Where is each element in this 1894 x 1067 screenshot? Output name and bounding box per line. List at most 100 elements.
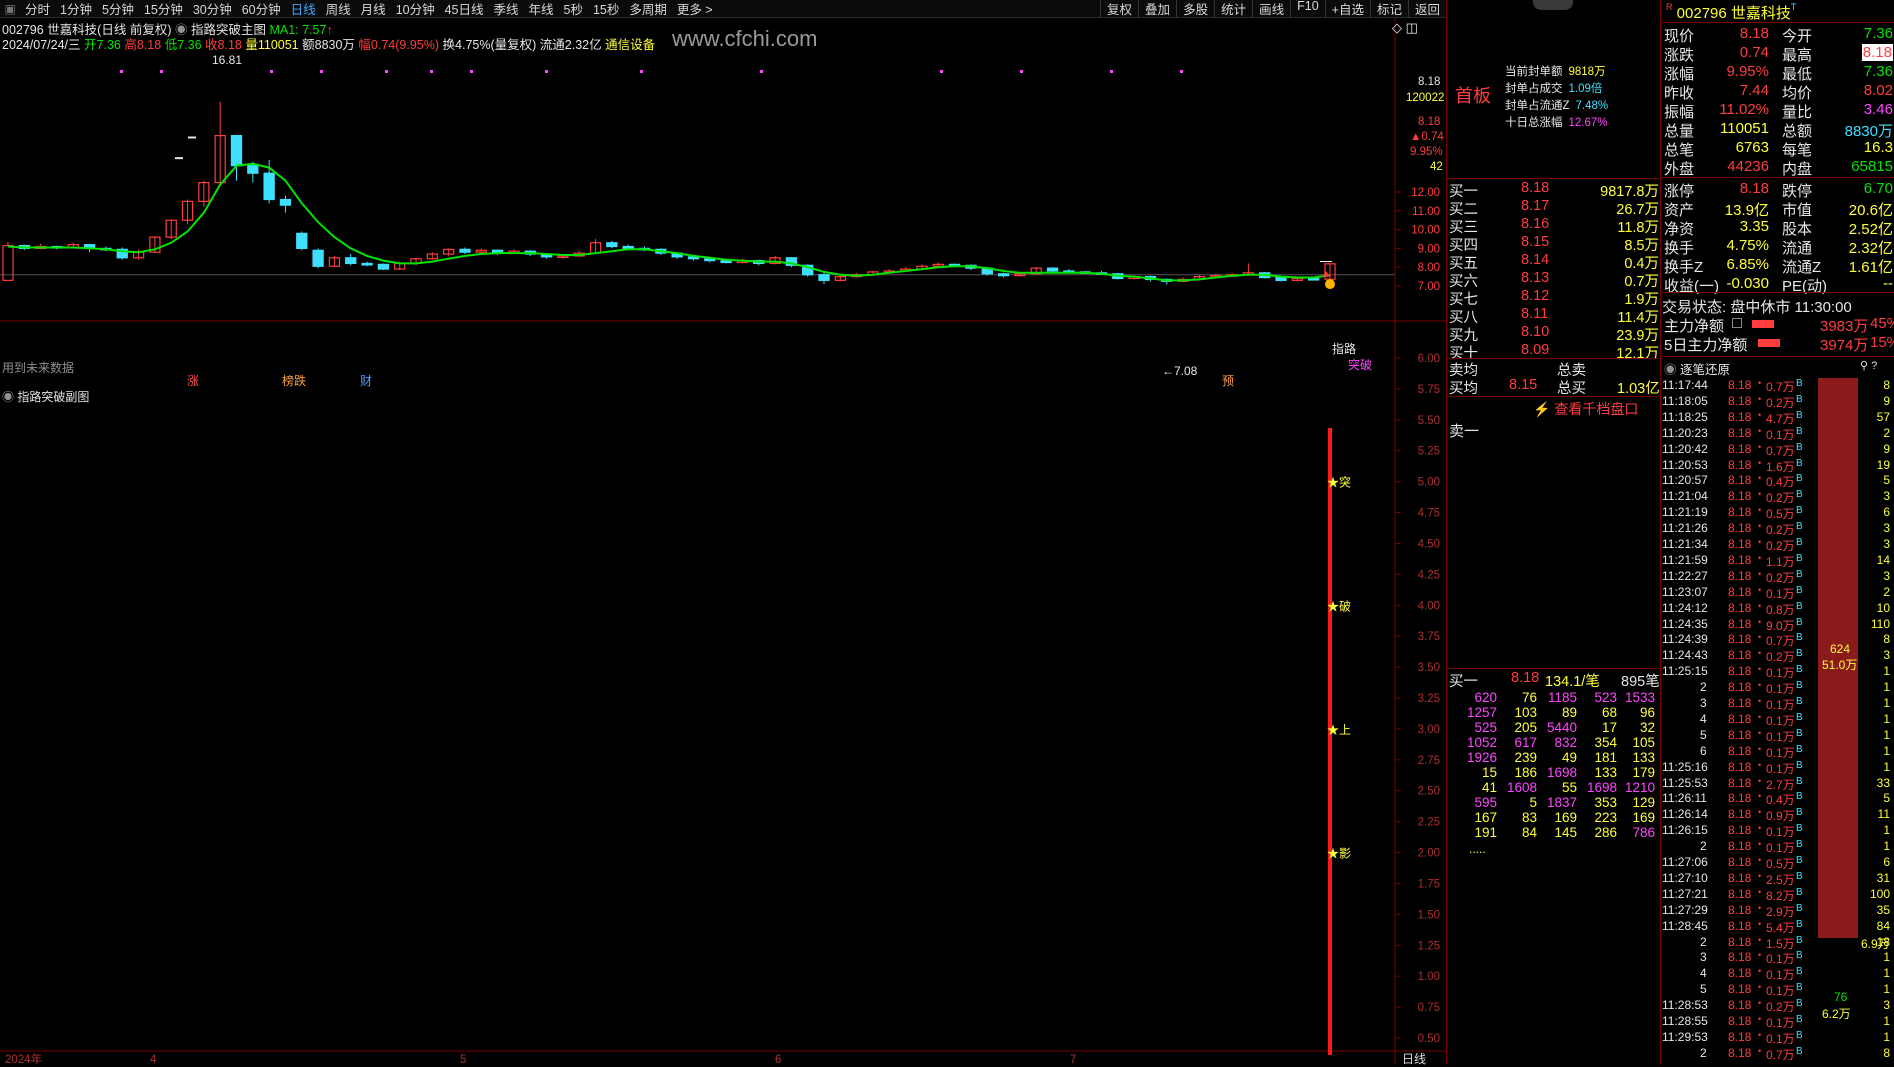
window-menu-icon[interactable]: ▣: [0, 2, 20, 16]
sub-axis-label: 2.75: [1418, 755, 1440, 767]
toolbar-button[interactable]: +自选: [1324, 0, 1370, 18]
candle-body: [377, 263, 390, 270]
quote-row: 昨收 7.44 均价 8.02: [1664, 82, 1893, 102]
bid-level-row[interactable]: 买六 8.13 0.7万: [1449, 270, 1661, 290]
period-tab[interactable]: 30分钟: [188, 0, 237, 18]
queue-row: 1257 103 89 68 96: [1466, 705, 1655, 720]
signal-arrow-icon: [1322, 270, 1330, 277]
period-tab[interactable]: 5分钟: [97, 0, 139, 18]
toolbar-button[interactable]: 画线: [1252, 0, 1290, 18]
tick-bar-amount: 51.0万: [1822, 658, 1858, 672]
info-icon[interactable]: [1732, 318, 1742, 328]
chart-toolbar-icons[interactable]: ◇ ◫: [1392, 20, 1418, 36]
toolbar-button[interactable]: 统计: [1214, 0, 1252, 18]
quote-row: 总笔 6763 每笔 16.3: [1664, 139, 1893, 159]
sub-axis-label: 4.50: [1418, 538, 1440, 550]
bid-level-row[interactable]: 买九 8.10 23.9万: [1449, 324, 1661, 344]
seal-info-row: 当前封单额 9818万: [1505, 66, 1606, 78]
sub-chart-title-text[interactable]: 指路突破副图: [17, 390, 89, 404]
candle-body: [263, 172, 275, 201]
main-net5-bar: [1758, 339, 1780, 347]
bid-level-row[interactable]: 买八 8.11 11.4万: [1449, 306, 1661, 326]
sub-axis-label: 0.75: [1418, 1002, 1440, 1014]
quote-row: 涨停 8.18 跌停 6.70: [1664, 180, 1893, 200]
bid-level-row[interactable]: 买一 8.18 9817.8万: [1449, 180, 1661, 200]
period-tab[interactable]: 分时: [20, 0, 55, 18]
signal-dot: [640, 70, 643, 73]
peak-price-label: 16.81: [212, 53, 243, 67]
bid-level-row[interactable]: 买三 8.16 11.8万: [1449, 216, 1661, 236]
candle-body: [279, 198, 292, 206]
period-tab[interactable]: 5秒: [559, 0, 588, 18]
quote-row: 涨跌 0.74 最高 8.18: [1664, 44, 1893, 64]
toolbar-button[interactable]: 返回: [1407, 0, 1446, 18]
board-badge: 首板: [1455, 86, 1491, 106]
signal-dot: [430, 70, 433, 73]
period-tab[interactable]: 更多 >: [672, 0, 718, 18]
toolbar-button[interactable]: 叠加: [1138, 0, 1176, 18]
collapse-handle[interactable]: [1533, 0, 1573, 10]
period-tab[interactable]: 多周期: [624, 0, 672, 18]
event-tag-list[interactable]: 榜跌: [282, 372, 306, 389]
period-tab[interactable]: 45日线: [440, 0, 489, 18]
toolbar-button[interactable]: 复权: [1100, 0, 1138, 18]
bar-change: 幅0.74(9.95%): [358, 38, 440, 52]
axis-pct: 9.95%: [1410, 146, 1443, 158]
signal-dot: [545, 70, 548, 73]
tick-row: 11:29:53 8.18 • 0.1万 B 1: [1662, 1029, 1890, 1046]
bid-level-row[interactable]: 买四 8.15 8.5万: [1449, 234, 1661, 254]
toolbar-button[interactable]: F10: [1290, 0, 1325, 18]
signal-dot: [940, 70, 943, 73]
candle-body: [622, 245, 634, 250]
queue-row: 41 1608 55 1698 1210: [1481, 780, 1655, 795]
tick-dot-icon[interactable]: ◉: [1664, 363, 1677, 377]
axis-volume: 120022: [1406, 92, 1445, 104]
bid-level-row[interactable]: 买五 8.14 0.4万: [1449, 252, 1661, 272]
toolbar-button[interactable]: 多股: [1176, 0, 1214, 18]
bid-level-row[interactable]: 买二 8.17 26.7万: [1449, 198, 1661, 218]
signal-dot: [1110, 70, 1113, 73]
period-tab[interactable]: 60分钟: [237, 0, 286, 18]
period-tab[interactable]: 15秒: [588, 0, 624, 18]
sub-axis-label: 2.50: [1418, 786, 1440, 798]
level2-column: 首板 当前封单额 9818万 封单占成交 1.09倍 封单占流通Z 7.48% 十日总涨幅 1…: [1447, 0, 1661, 1065]
bar-low: 低7.36: [164, 38, 202, 52]
candle-body: [1046, 267, 1059, 272]
tick-settings-icons[interactable]: ⚲ ?: [1860, 359, 1877, 372]
period-tab[interactable]: 年线: [524, 0, 559, 18]
candle-body: [247, 165, 259, 174]
trade-status: 交易状态: 盘中休市 11:30:00: [1662, 299, 1852, 316]
period-tab[interactable]: 10分钟: [391, 0, 440, 18]
kline-chart[interactable]: 12.00 11.00 10.00 9.00 8.00 7.00 6.00 5.75 5.50 5…: [0, 18, 1446, 1065]
bar-amount: 额8830万: [302, 38, 355, 52]
main-axis-label: 10.00: [1411, 225, 1440, 237]
period-tab[interactable]: 月线: [356, 0, 391, 18]
tick-bar-amount2: 6.2万: [1822, 1007, 1851, 1021]
quote-row: 资产 13.9亿 市值 20.6亿: [1664, 202, 1893, 219]
lightning-icon: ⚡: [1533, 401, 1551, 417]
sub-axis-label: 2.25: [1418, 817, 1440, 829]
future-data-note: 用到未来数据: [2, 361, 75, 375]
sub-axis-label: 4.00: [1418, 600, 1440, 612]
chart-tools: 复权 叠加 多股 统计 画线 F10 +自选 标记 返回: [1100, 0, 1446, 18]
queue-row: 15 186 1698 133 179: [1481, 765, 1655, 780]
period-tab[interactable]: 1分钟: [55, 0, 97, 18]
period-tab[interactable]: 季线: [489, 0, 524, 18]
buy-avg-row: 买均 8.15 总买 1.03亿: [1449, 377, 1660, 397]
period-tab[interactable]: 日线: [286, 0, 321, 18]
queue-header: 买一 8.18 134.1/笔 895笔: [1449, 670, 1660, 690]
event-tag-rise[interactable]: 涨: [187, 372, 199, 389]
sub-indicator-dot-icon[interactable]: ◉: [2, 390, 14, 404]
period-tab[interactable]: 15分钟: [139, 0, 188, 18]
period-tab[interactable]: 周线: [321, 0, 356, 18]
main-axis-label: 12.00: [1411, 187, 1440, 199]
period-tabs: 分时 1分钟 5分钟 15分钟 30分钟 60分钟 日线 周线 月线 10分钟 45日线 季线 年线 5秒…: [20, 0, 718, 18]
period-label[interactable]: 日线: [1402, 1050, 1426, 1067]
toolbar-button[interactable]: 标记: [1369, 0, 1408, 18]
event-tag-forecast[interactable]: 预: [1222, 372, 1234, 389]
view-depth-link[interactable]: ⚡ 查看千档盘口: [1533, 399, 1638, 419]
event-tag-finance[interactable]: 财: [360, 372, 372, 389]
bar-industry[interactable]: 通信设备: [605, 38, 655, 52]
queue-more[interactable]: .....: [1469, 842, 1486, 856]
bid-level-row[interactable]: 买七 8.12 1.9万: [1449, 288, 1661, 308]
